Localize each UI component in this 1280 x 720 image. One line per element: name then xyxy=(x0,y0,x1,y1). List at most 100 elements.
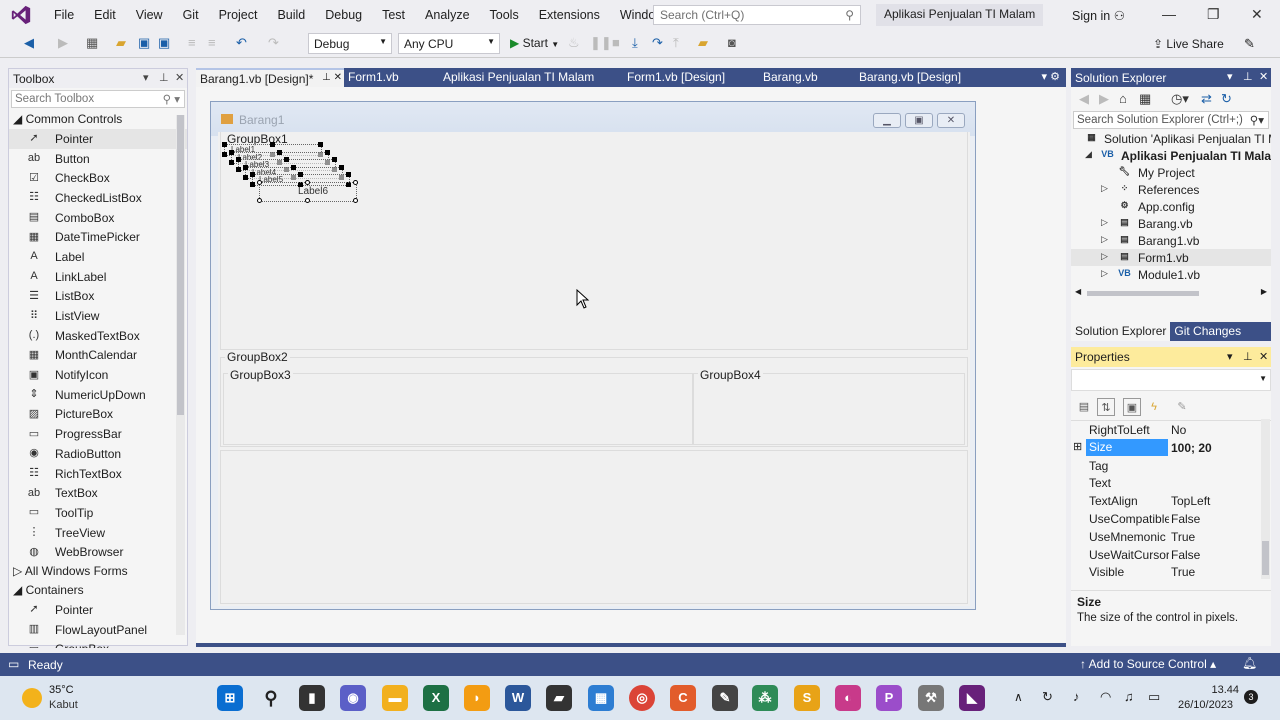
property-value[interactable]: True xyxy=(1171,565,1195,579)
resize-handle[interactable] xyxy=(243,164,248,170)
toolbox-item-button[interactable]: ab Button xyxy=(9,149,187,169)
toolbox-item-checkbox[interactable]: ☑ CheckBox xyxy=(9,168,187,188)
uncomment-icon[interactable]: ≡ xyxy=(208,35,216,50)
resize-handle[interactable] xyxy=(257,197,262,203)
windows-start-icon[interactable]: ⊞ xyxy=(217,685,243,711)
solution-config-select[interactable]: Debug ▼ xyxy=(308,33,392,54)
toolbox-item-progressbar[interactable]: ▭ ProgressBar xyxy=(9,424,187,444)
groupbox4[interactable]: GroupBox4 xyxy=(693,368,965,445)
sync-icon[interactable]: ⇄ xyxy=(1201,91,1212,107)
collapse-icon[interactable]: ◢ xyxy=(1085,149,1092,160)
tab-form1-vb-design[interactable]: Form1.vb [Design] xyxy=(623,68,759,87)
resize-handle[interactable] xyxy=(353,179,358,185)
undo-icon[interactable]: ↶ xyxy=(236,35,247,51)
pin-icon[interactable]: ⊥ xyxy=(159,71,169,84)
refresh-icon[interactable]: ↻ xyxy=(1221,91,1232,107)
toolbox-search-input[interactable]: Search Toolbox ⚲ ▾ xyxy=(11,90,185,108)
toolbox-item-combobox[interactable]: ▤ ComboBox xyxy=(9,208,187,228)
solution-hscrollbar[interactable]: ◀ ▶ xyxy=(1071,286,1271,300)
scroll-right-icon[interactable]: ▶ xyxy=(1261,287,1267,296)
toolbox-item-linklabel[interactable]: A LinkLabel xyxy=(9,267,187,287)
form-barang1[interactable]: Barang1 ▁ ▣ ✕ GroupBox1 Label1 Label2 Labe… xyxy=(210,101,976,610)
menu-project[interactable]: Project xyxy=(209,0,268,30)
pause-icon[interactable]: ❚❚ xyxy=(590,35,612,51)
toolbox-item-listview[interactable]: ⠿ ListView xyxy=(9,306,187,326)
resize-handle[interactable] xyxy=(298,172,303,177)
solution-item-my-project[interactable]: 🔧︎ My Project xyxy=(1071,164,1271,181)
tab-solution-explorer[interactable]: Solution Explorer xyxy=(1071,322,1171,341)
resize-handle[interactable] xyxy=(236,157,241,162)
dropdown-icon[interactable]: ▾ xyxy=(143,71,149,84)
task-view-icon[interactable]: ▮ xyxy=(299,685,325,711)
scrollbar-thumb[interactable] xyxy=(1087,291,1199,296)
platform-select[interactable]: Any CPU ▼ xyxy=(398,33,500,54)
start-button[interactable]: ▶ Start ▼ xyxy=(510,36,559,50)
file-explorer-icon[interactable]: ▬ xyxy=(382,685,408,711)
volume-icon[interactable]: ♫ xyxy=(1124,689,1134,704)
minimize-button[interactable]: — xyxy=(1162,6,1176,22)
expand-icon[interactable]: ▷ xyxy=(1101,251,1108,262)
toolbox-item-monthcalendar[interactable]: ▦ MonthCalendar xyxy=(9,346,187,366)
resize-handle[interactable] xyxy=(318,142,323,147)
dropdown-icon[interactable]: ▾ xyxy=(1227,70,1233,83)
resize-handle[interactable] xyxy=(332,157,337,162)
menu-test[interactable]: Test xyxy=(372,0,415,30)
close-window-button[interactable]: ✕ xyxy=(1251,6,1263,23)
pending-changes-icon[interactable]: ◷▾ xyxy=(1171,91,1189,107)
search-input[interactable]: Search (Ctrl+Q) ⚲ xyxy=(653,5,861,25)
property-row-righttoleft[interactable]: RightToLeft No xyxy=(1071,421,1271,439)
notifications-icon[interactable]: 🔔︎ xyxy=(1242,656,1257,670)
property-value[interactable]: TopLeft xyxy=(1171,494,1210,508)
menu-file[interactable]: File xyxy=(44,0,84,30)
toolbox-item-numericupdown[interactable]: ⇕ NumericUpDown xyxy=(9,385,187,405)
property-row-usewaitcursor[interactable]: UseWaitCursor False xyxy=(1071,546,1271,564)
tab-barang-vb[interactable]: Barang.vb xyxy=(759,68,855,87)
resize-handle[interactable] xyxy=(229,149,234,155)
comment-icon[interactable]: ≡ xyxy=(188,35,196,50)
stop-icon[interactable]: ■ xyxy=(612,35,620,50)
chat-icon[interactable]: ◉ xyxy=(340,685,366,711)
app-p-icon[interactable]: P xyxy=(876,685,902,711)
tab-git-changes[interactable]: Git Changes xyxy=(1170,322,1245,341)
app-c-icon[interactable]: C xyxy=(670,685,696,711)
app-icon[interactable]: ◗ xyxy=(464,685,490,711)
resize-handle[interactable] xyxy=(346,172,351,177)
menu-git[interactable]: Git xyxy=(173,0,209,30)
restore-button[interactable]: ❐ xyxy=(1207,6,1220,23)
property-pages-icon[interactable]: ✎ xyxy=(1173,398,1191,416)
toolbox-scrollbar[interactable] xyxy=(176,115,185,635)
expand-icon[interactable]: ▷ xyxy=(1101,268,1108,279)
scrollbar-thumb[interactable] xyxy=(1262,541,1269,575)
resize-handle[interactable] xyxy=(222,152,227,157)
solution-item-module1-vb[interactable]: ▷ VB Module1.vb xyxy=(1071,266,1271,283)
hot-reload-icon[interactable]: ♨ xyxy=(568,35,580,51)
tab-close-icon[interactable]: ⊥ ✕ xyxy=(322,72,342,83)
word-icon[interactable]: W xyxy=(505,685,531,711)
property-value[interactable]: False xyxy=(1171,512,1200,526)
toolbox-item-datetimepicker[interactable]: ▦ DateTimePicker xyxy=(9,227,187,247)
notification-badge[interactable]: 3 xyxy=(1244,690,1258,704)
save-icon[interactable]: ▣ xyxy=(138,35,150,51)
tab-barang1-vb-design[interactable]: Barang1.vb [Design]* ⊥ ✕ xyxy=(196,68,344,87)
alphabetical-icon[interactable]: ⇅ xyxy=(1097,398,1115,416)
network-app-icon[interactable]: ⁂ xyxy=(752,685,778,711)
resize-handle[interactable] xyxy=(270,142,275,147)
property-row-visible[interactable]: Visible True xyxy=(1071,563,1271,581)
resize-handle[interactable] xyxy=(236,167,241,172)
section-common-controls[interactable]: ◢ Common Controls xyxy=(9,110,187,129)
screenshot-icon[interactable]: ◙ xyxy=(728,35,736,50)
menu-analyze[interactable]: Analyze xyxy=(415,0,479,30)
tab-overflow-icon[interactable]: ▾ ⚙ xyxy=(1042,70,1060,83)
toolbox-item-pointer[interactable]: ➚ Pointer xyxy=(9,600,187,620)
forward-icon[interactable]: ▶ xyxy=(1099,91,1109,107)
property-row-usecompatibletextrendering[interactable]: UseCompatibleTextRenderingFalse xyxy=(1071,510,1271,528)
resize-handle[interactable] xyxy=(339,164,344,170)
toolbox-item-listbox[interactable]: ☰ ListBox xyxy=(9,287,187,307)
events-icon[interactable]: ϟ xyxy=(1145,398,1163,416)
clock-time[interactable]: 13.44 xyxy=(1209,684,1239,696)
resize-handle[interactable] xyxy=(250,172,255,177)
toolbox-item-treeview[interactable]: ⋮ TreeView xyxy=(9,523,187,543)
redo-icon[interactable]: ↷ xyxy=(268,35,279,51)
new-project-icon[interactable]: ▦ xyxy=(86,35,98,51)
solution-item-barang1-vb[interactable]: ▷ ▤ Barang1.vb xyxy=(1071,232,1271,249)
